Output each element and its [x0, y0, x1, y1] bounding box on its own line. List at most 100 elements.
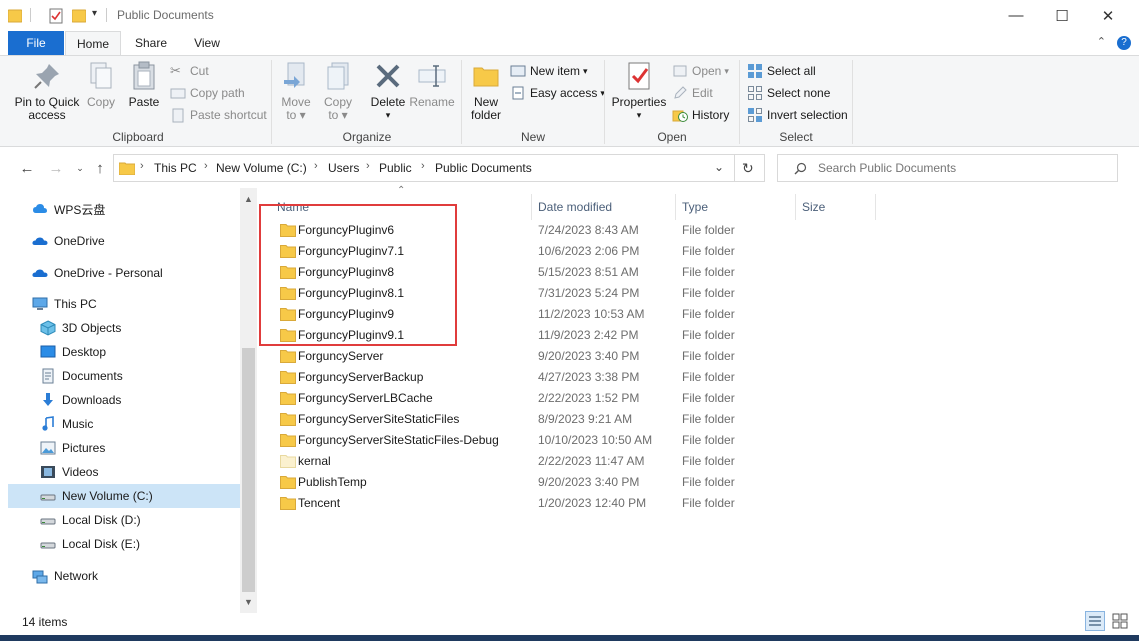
invert-selection-label: Invert selection — [767, 108, 848, 122]
rename-button[interactable]: Rename — [409, 60, 455, 109]
nav-item-pictures[interactable]: Pictures — [8, 436, 240, 460]
address-bar[interactable]: › This PC › New Volume (C:) › Users › Pu… — [113, 154, 765, 182]
nav-item-label: Music — [62, 417, 94, 431]
nav-item-music[interactable]: Music — [8, 412, 240, 436]
nav-item-this-pc[interactable]: This PC — [8, 292, 240, 316]
collapse-ribbon-icon[interactable]: ⌃ — [1097, 36, 1106, 48]
open-button[interactable]: Open ▾ — [672, 61, 729, 81]
table-row[interactable]: ForguncyServerLBCache 2/22/2023 1:52 PM Fi… — [270, 388, 1130, 409]
file-date-modified: 7/24/2023 8:43 AM — [538, 223, 639, 237]
delete-button[interactable]: Delete ▾ — [368, 60, 408, 122]
properties-icon[interactable] — [48, 6, 64, 26]
ribbon-controls: ⌃ ? — [1097, 35, 1131, 50]
nav-item-new-volume-c[interactable]: New Volume (C:) — [8, 484, 240, 508]
downloads-icon — [40, 392, 56, 408]
search-box[interactable] — [777, 154, 1118, 182]
tab-view[interactable]: View — [180, 31, 234, 55]
new-item-button[interactable]: New item ▾ — [510, 61, 588, 81]
new-folder-button[interactable]: New folder — [466, 60, 506, 122]
folder-icon — [280, 413, 296, 426]
nav-pane-scroll-thumb[interactable] — [242, 348, 255, 592]
nav-item-3d-objects[interactable]: 3D Objects — [8, 316, 240, 340]
nav-item-label: 3D Objects — [62, 321, 122, 335]
nav-item-videos[interactable]: Videos — [8, 460, 240, 484]
table-row[interactable]: ForguncyServer 9/20/2023 3:40 PM File fold… — [270, 346, 1130, 367]
tab-share[interactable]: Share — [125, 31, 177, 55]
breadcrumb-public[interactable]: Public — [379, 161, 412, 175]
new-folder-icon[interactable] — [72, 6, 86, 26]
nav-item-local-disk-e[interactable]: Local Disk (E:) — [8, 532, 240, 556]
nav-item-label: Local Disk (D:) — [62, 513, 141, 527]
column-header-date[interactable]: Date modified — [538, 194, 676, 220]
copy-to-button[interactable]: Copy to ▾ — [320, 60, 356, 122]
pin-to-quick-access-button[interactable]: Pin to Quick access — [12, 60, 82, 122]
table-row[interactable]: ForguncyServerBackup 4/27/2023 3:38 PM Fil… — [270, 367, 1130, 388]
maximize-button[interactable]: ☐ — [1039, 0, 1085, 31]
breadcrumb-users[interactable]: Users — [328, 161, 359, 175]
desktop-icon — [40, 344, 56, 360]
nav-item-onedrive-personal[interactable]: OneDrive - Personal — [8, 261, 240, 285]
edit-button[interactable]: Edit — [672, 83, 713, 103]
table-row[interactable]: ForguncyServerSiteStaticFiles-Debug 10/10… — [270, 430, 1130, 451]
forward-button[interactable]: → — [46, 158, 66, 178]
arrow-right-icon: → — [48, 159, 64, 177]
paste-button[interactable]: Paste — [126, 60, 162, 109]
properties-label: Properties — [611, 95, 667, 109]
table-row[interactable]: PublishTemp 9/20/2023 3:40 PM File folder — [270, 472, 1130, 493]
copy-button[interactable]: Copy — [84, 60, 118, 109]
tab-file[interactable]: File — [8, 31, 64, 55]
customize-quick-access-icon[interactable]: ▾ — [92, 8, 97, 19]
nav-item-label: Network — [54, 569, 99, 583]
column-header-type[interactable]: Type — [682, 194, 794, 220]
minimize-button[interactable]: — — [993, 0, 1039, 31]
select-all-button[interactable]: Select all — [747, 61, 816, 81]
nav-item-local-disk-d[interactable]: Local Disk (D:) — [8, 508, 240, 532]
paste-shortcut-button[interactable]: Paste shortcut — [170, 105, 267, 125]
details-view-button[interactable] — [1085, 611, 1105, 631]
new-folder-icon — [473, 67, 499, 87]
cut-button[interactable]: ✂ Cut — [170, 61, 209, 81]
breadcrumb-public-documents[interactable]: Public Documents — [435, 161, 532, 175]
invert-selection-button[interactable]: Invert selection — [747, 105, 848, 125]
select-none-icon — [748, 86, 762, 100]
nav-item-onedrive[interactable]: OneDrive — [8, 229, 240, 253]
nav-item-documents[interactable]: Documents — [8, 364, 240, 388]
properties-button[interactable]: Properties ▾ — [610, 60, 668, 122]
help-icon[interactable]: ? — [1117, 36, 1131, 50]
address-history-button[interactable]: ⌄ — [714, 160, 724, 174]
up-button[interactable]: ↑ — [90, 158, 110, 178]
tab-home[interactable]: Home — [65, 31, 121, 56]
breadcrumb-this-pc[interactable]: This PC — [154, 161, 197, 175]
table-row[interactable]: Tencent 1/20/2023 12:40 PM File folder — [270, 493, 1130, 514]
breadcrumb-new-volume[interactable]: New Volume (C:) — [216, 161, 307, 175]
history-button[interactable]: History — [672, 105, 729, 125]
nav-item-network[interactable]: Network — [8, 564, 240, 588]
open-icon — [673, 65, 687, 77]
copy-path-button[interactable]: Copy path — [170, 83, 245, 103]
nav-item-downloads[interactable]: Downloads — [8, 388, 240, 412]
scroll-down-arrow[interactable]: ▼ — [240, 593, 257, 610]
recent-locations-button[interactable]: ⌄ — [70, 158, 90, 178]
back-button[interactable]: ← — [17, 158, 37, 178]
scroll-up-arrow[interactable]: ▲ — [240, 190, 257, 207]
table-row[interactable]: ForguncyServerSiteStaticFiles 8/9/2023 9:… — [270, 409, 1130, 430]
close-button[interactable]: ✕ — [1085, 0, 1131, 31]
file-type: File folder — [682, 349, 735, 363]
nav-item-label: This PC — [54, 297, 97, 311]
table-row[interactable]: kernal 2/22/2023 11:47 AM File folder — [270, 451, 1130, 472]
documents-icon — [40, 368, 56, 384]
search-input[interactable] — [818, 161, 1108, 175]
nav-item-label: OneDrive — [54, 234, 105, 248]
paste-shortcut-label: Paste shortcut — [190, 108, 267, 122]
move-to-button[interactable]: Move to ▾ — [278, 60, 314, 122]
large-icons-view-button[interactable] — [1110, 611, 1130, 631]
properties-icon — [628, 62, 650, 90]
select-none-button[interactable]: Select none — [747, 83, 830, 103]
easy-access-button[interactable]: Easy access ▾ — [510, 83, 605, 103]
folder-icon — [280, 434, 296, 447]
column-header-size[interactable]: Size — [802, 194, 874, 220]
nav-item-desktop[interactable]: Desktop — [8, 340, 240, 364]
nav-item-wps[interactable]: WPS云盘 — [8, 197, 240, 221]
refresh-icon[interactable]: ↻ — [742, 160, 754, 177]
copy-path-icon — [170, 88, 186, 99]
